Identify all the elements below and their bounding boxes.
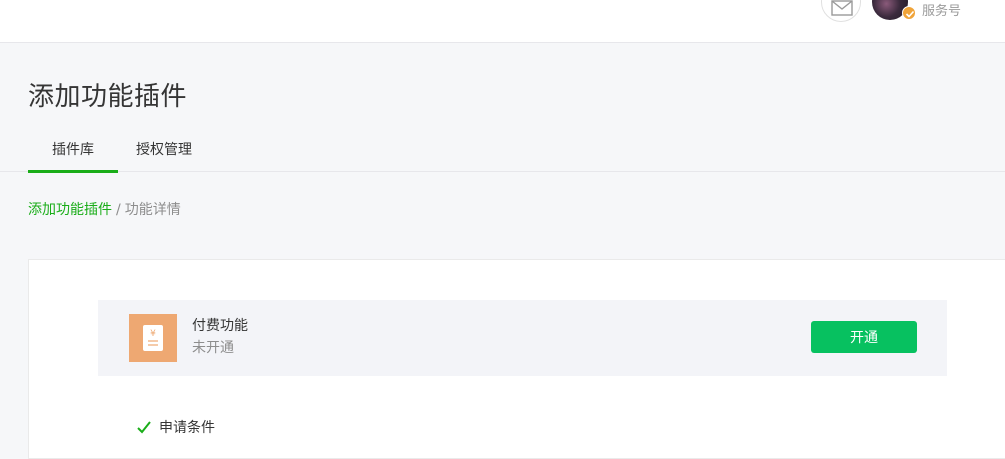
- verified-check-icon: [905, 10, 915, 18]
- detail-panel: ¥ 付费功能 未开通 开通 申请条件: [28, 259, 1005, 459]
- section-heading: 申请条件: [137, 418, 215, 438]
- tab-bar: 插件库 授权管理: [0, 128, 1005, 173]
- verified-badge: [902, 6, 916, 20]
- svg-text:¥: ¥: [150, 329, 156, 339]
- open-feature-button[interactable]: 开通: [811, 321, 917, 353]
- section-heading-text: 申请条件: [159, 420, 215, 436]
- breadcrumb-current: 功能详情: [124, 202, 181, 218]
- page-title: 添加功能插件: [28, 82, 188, 112]
- tab-plugin-library[interactable]: 插件库: [28, 128, 118, 173]
- tab-authorization-management[interactable]: 授权管理: [118, 128, 210, 172]
- top-bar: 服务号: [0, 0, 1005, 43]
- feature-status: 未开通: [192, 340, 234, 356]
- breadcrumb-parent-link[interactable]: 添加功能插件: [28, 202, 112, 218]
- feature-name: 付费功能: [192, 318, 248, 334]
- mail-icon: [831, 0, 853, 16]
- breadcrumb: 添加功能插件 / 功能详情: [28, 200, 181, 220]
- yuan-receipt-icon: ¥: [143, 325, 163, 351]
- breadcrumb-separator: /: [116, 202, 121, 218]
- account-type-label: 服务号: [922, 4, 962, 19]
- feature-icon-tile: ¥: [129, 314, 177, 362]
- mail-button[interactable]: [821, 0, 861, 22]
- feature-card: ¥ 付费功能 未开通 开通: [98, 300, 947, 376]
